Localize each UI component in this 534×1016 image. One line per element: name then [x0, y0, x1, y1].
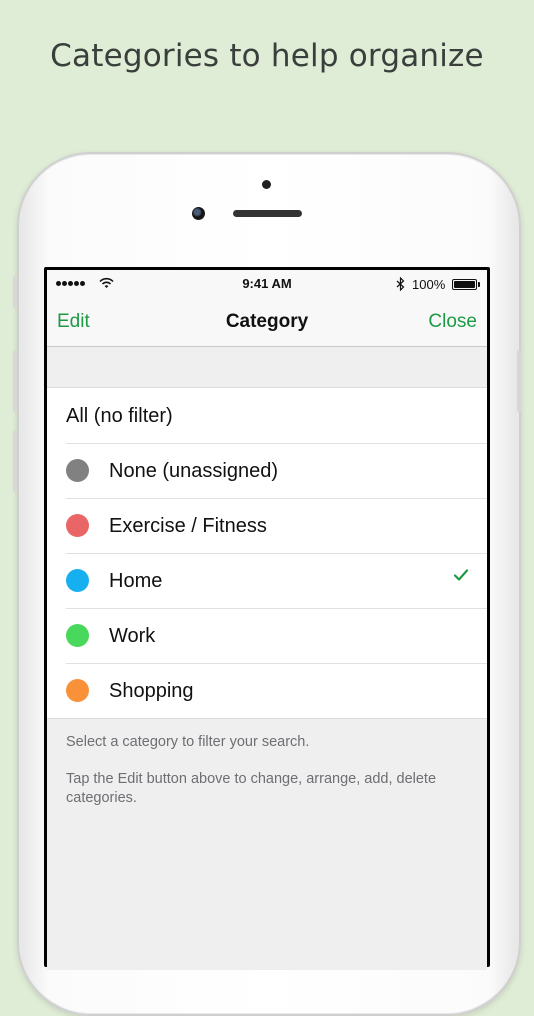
category-label: Exercise / Fitness [109, 515, 267, 537]
earpiece-speaker [233, 210, 302, 217]
category-label: None (unassigned) [109, 460, 278, 482]
category-row-none[interactable]: None (unassigned) [47, 443, 487, 498]
category-row-home[interactable]: Home [47, 553, 487, 608]
side-button-mute [13, 276, 17, 308]
category-label: Work [109, 625, 156, 647]
proximity-sensor [262, 180, 271, 189]
page-title: Category [225, 311, 309, 332]
category-label: All (no filter) [66, 405, 173, 427]
phone-screen: 9:41 AM 100% Edit Category Close All (no… [44, 267, 490, 970]
category-row-shopping[interactable]: Shopping [47, 663, 487, 718]
side-button-power [517, 350, 521, 412]
side-button-volume-down [13, 430, 17, 492]
navigation-bar: Edit Category Close [47, 296, 487, 347]
checkmark-icon [453, 569, 469, 581]
category-color-dot [66, 679, 89, 702]
screen-content: 9:41 AM 100% Edit Category Close All (no… [47, 270, 487, 970]
category-color-dot [66, 624, 89, 647]
bluetooth-icon [396, 277, 405, 291]
category-label: Home [109, 570, 163, 592]
category-list: All (no filter) None (unassigned) Exerci… [47, 387, 487, 719]
front-camera [192, 207, 205, 220]
category-color-dot [66, 459, 89, 482]
footer-hint-filter: Select a category to filter your search. [66, 734, 310, 750]
battery-percentage: 100% [412, 277, 446, 292]
category-row-exercise[interactable]: Exercise / Fitness [47, 498, 487, 553]
battery-icon [452, 279, 480, 290]
side-button-volume-up [13, 350, 17, 412]
category-label: Shopping [109, 680, 194, 702]
footer-hint-edit: Tap the Edit button above to change, arr… [66, 771, 437, 806]
close-button[interactable]: Close [428, 311, 477, 333]
category-row-all[interactable]: All (no filter) [47, 388, 487, 443]
category-color-dot [66, 569, 89, 592]
category-color-dot [66, 514, 89, 537]
status-bar: 9:41 AM 100% [47, 270, 487, 296]
headline: Categories to help organize [50, 38, 484, 74]
category-row-work[interactable]: Work [47, 608, 487, 663]
